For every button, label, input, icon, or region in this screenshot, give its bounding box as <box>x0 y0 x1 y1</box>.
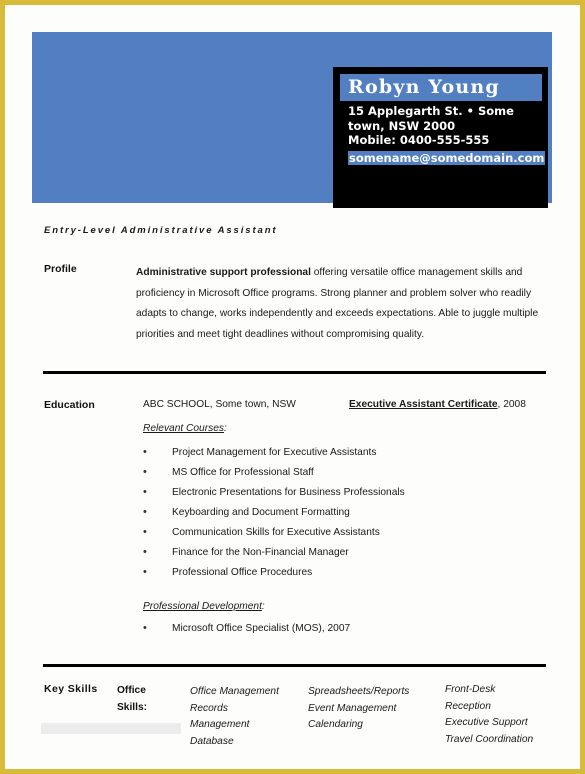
key-skills-column-2: Spreadsheets/Reports Event Management Ca… <box>308 684 442 734</box>
relevant-courses-heading-text: Relevant Courses <box>143 423 224 434</box>
key-skills-column-1: Office Management Records Management Dat… <box>190 684 306 750</box>
list-item: Executive Support <box>445 717 528 728</box>
mobile-line: Mobile: 0400-555-555 <box>348 133 490 147</box>
professional-development-heading: Professional Development: <box>143 601 265 612</box>
faint-watermark <box>41 723 181 734</box>
education-credential: Executive Assistant Certificate, 2008 <box>349 399 526 410</box>
contact-details: 15 Applegarth St. • Some town, NSW 2000 … <box>340 104 542 148</box>
email-line: somename@somedomain.com <box>340 149 546 167</box>
list-item: Electronic Presentations for Business Pr… <box>143 482 405 503</box>
email-address[interactable]: somename@somedomain.com <box>348 150 546 165</box>
candidate-name: Robyn Young <box>348 76 500 98</box>
list-item: Keyboarding and Document Formatting <box>143 502 405 523</box>
list-item: Management <box>190 719 250 730</box>
list-item: Microsoft Office Specialist (MOS), 2007 <box>143 618 350 639</box>
profile-lead: Administrative support professional <box>136 267 311 278</box>
key-skills-subheading: Office Skills: <box>117 683 147 716</box>
list-item: Finance for the Non-Financial Manager <box>143 542 405 563</box>
list-item: Calendaring <box>308 719 363 730</box>
key-skills-subheading-line-1: Office <box>117 685 146 696</box>
list-item: Office Management <box>190 686 279 697</box>
list-item: Records <box>190 702 228 714</box>
professional-development-list: Microsoft Office Specialist (MOS), 2007 <box>143 618 350 639</box>
address-line-1: 15 Applegarth St. • Some <box>348 104 514 118</box>
list-item: MS Office for Professional Staff <box>143 462 405 483</box>
profile-paragraph: Administrative support professional offe… <box>136 263 546 345</box>
divider-rule-bottom <box>43 664 546 667</box>
contact-box: Robyn Young 15 Applegarth St. • Some tow… <box>333 67 548 208</box>
list-item: Spreadsheets/Reports <box>308 686 410 697</box>
list-item: Project Management for Executive Assista… <box>143 442 405 463</box>
credential-year: , 2008 <box>497 399 526 410</box>
list-item: Reception <box>445 700 491 712</box>
list-item: Communication Skills for Executive Assis… <box>143 522 405 543</box>
credential-name: Executive Assistant Certificate <box>349 399 498 410</box>
resume-sheet: Robyn Young 15 Applegarth St. • Some tow… <box>5 5 580 769</box>
section-label-key-skills: Key Skills <box>44 683 98 695</box>
list-item: Database <box>190 735 234 747</box>
section-label-education: Education <box>44 399 95 411</box>
key-skills-column-3: Front-Desk Reception Executive Support T… <box>445 682 557 748</box>
section-label-profile: Profile <box>44 263 77 275</box>
education-school: ABC SCHOOL, Some town, NSW <box>143 399 296 410</box>
list-item: Travel Coordination <box>445 733 534 745</box>
divider-rule-top <box>43 371 546 374</box>
professional-development-colon: : <box>261 601 265 612</box>
resume-page: Robyn Young 15 Applegarth St. • Some tow… <box>0 0 585 774</box>
address-line-2: town, NSW 2000 <box>348 118 456 133</box>
job-title: Entry-Level Administrative Assistant <box>44 225 278 236</box>
list-item: Front-Desk <box>445 684 496 695</box>
relevant-courses-colon: : <box>223 423 227 434</box>
key-skills-subheading-line-2: Skills: <box>117 701 148 713</box>
relevant-courses-heading: Relevant Courses: <box>143 423 227 434</box>
list-item: Event Management <box>308 702 397 714</box>
list-item: Professional Office Procedures <box>143 562 405 583</box>
name-band: Robyn Young <box>340 74 542 101</box>
professional-development-heading-text: Professional Development <box>143 601 262 612</box>
relevant-courses-list: Project Management for Executive Assista… <box>143 442 405 583</box>
